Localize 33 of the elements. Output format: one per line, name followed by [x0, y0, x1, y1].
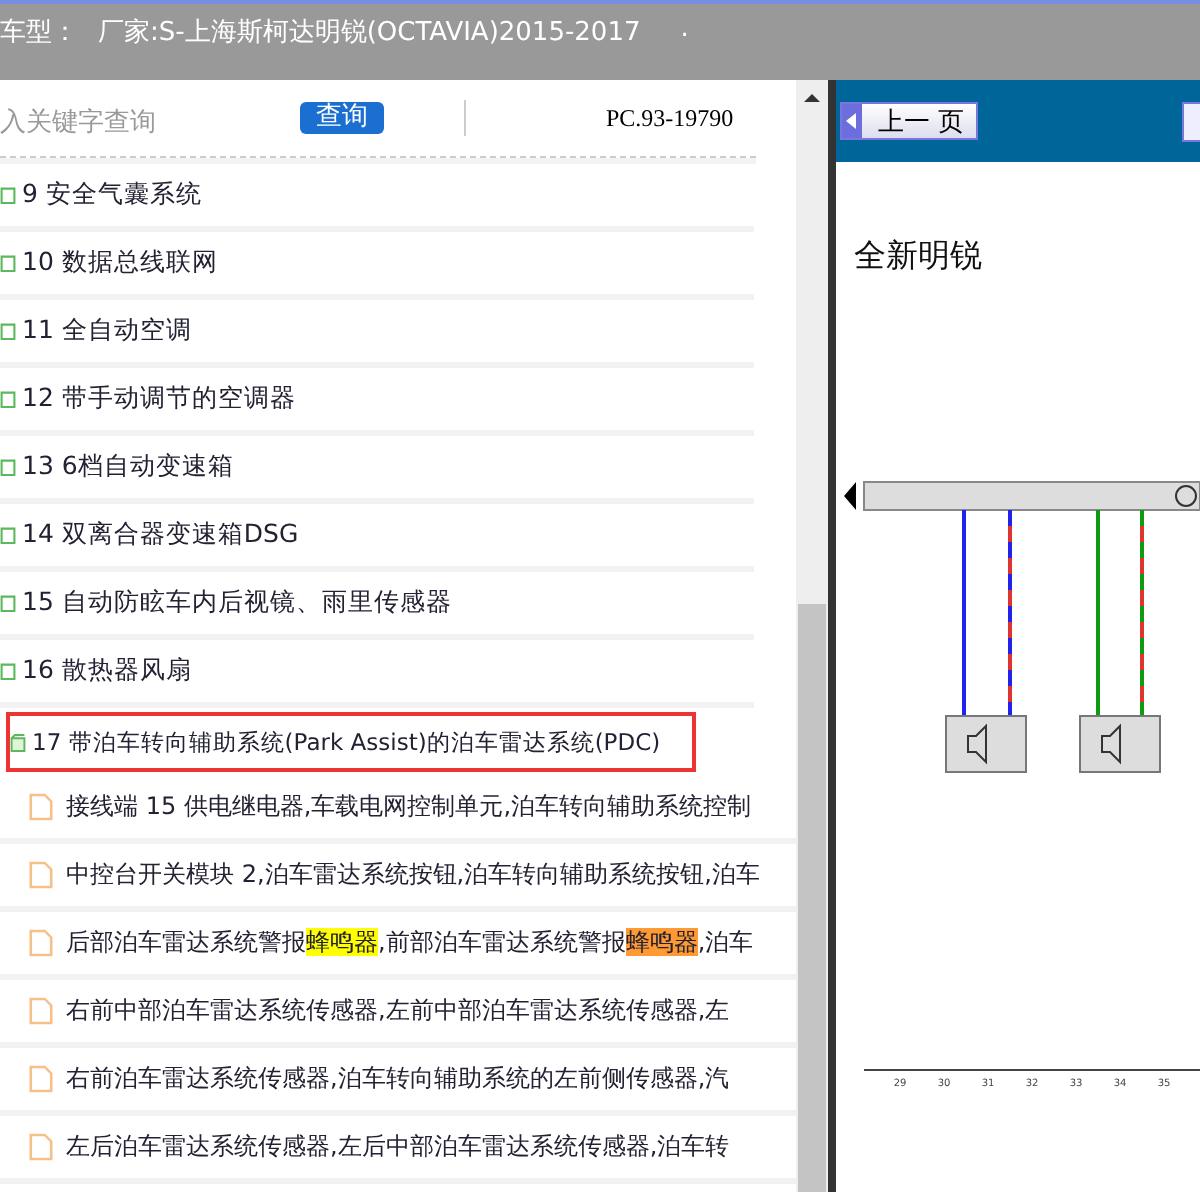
- scrollbar[interactable]: [796, 80, 828, 1192]
- header-label: 车型：: [0, 16, 78, 50]
- tree-leaf-item[interactable]: 接线端 15 供电继电器,车载电网控制单元,泊车转向辅助系统控制: [0, 776, 796, 844]
- document-icon: [28, 860, 54, 890]
- header-mark: .: [680, 14, 689, 44]
- tree-leaf-item[interactable]: 右前中部泊车雷达系统传感器,左前中部泊车雷达系统传感器,左: [0, 980, 796, 1048]
- tree-item[interactable]: 14 双离合器变速箱DSG: [0, 504, 754, 572]
- header-value: 厂家:S-上海斯柯达明锐(OCTAVIA)2015-2017: [98, 16, 641, 50]
- document-icon: [28, 928, 54, 958]
- tree-item[interactable]: 13 6档自动变速箱: [0, 436, 754, 504]
- document-icon: [28, 996, 54, 1026]
- tree-leaf-item[interactable]: 中控台开关模块 2,泊车雷达系统按钮,泊车转向辅助系统按钮,泊车: [0, 844, 796, 912]
- document-title: 全新明锐: [854, 236, 984, 278]
- scrollbar-thumb[interactable]: [798, 604, 826, 1192]
- previous-page-button[interactable]: 上一 页: [840, 102, 979, 140]
- tree-item[interactable]: 12 带手动调节的空调器: [0, 368, 754, 436]
- document-icon: [28, 1064, 54, 1094]
- document-icon: [28, 792, 54, 822]
- search-button[interactable]: 查询: [300, 102, 384, 134]
- tree-item[interactable]: 11 全自动空调: [0, 300, 754, 368]
- scroll-up-icon[interactable]: [802, 92, 822, 104]
- toolbar-button[interactable]: [1182, 101, 1200, 141]
- tree-item[interactable]: 15 自动防眩车内后视镜、雨里传感器: [0, 572, 754, 640]
- page-code: PC.93-19790: [606, 103, 734, 133]
- tree-item[interactable]: 16 散热器风扇: [0, 640, 754, 708]
- tree-leaf-item[interactable]: 后部泊车雷达系统警报蜂鸣器,前部泊车雷达系统警报蜂鸣器,泊车: [0, 912, 796, 980]
- tree-leaf-item[interactable]: 左后泊车雷达系统传感器,左后中部泊车雷达系统传感器,泊车转: [0, 1116, 796, 1184]
- document-icon: [28, 1132, 54, 1162]
- tree-leaf-item[interactable]: 右前泊车雷达系统传感器,泊车转向辅助系统的左前侧传感器,汽: [0, 1048, 796, 1116]
- open-folder-icon: [10, 731, 26, 753]
- tree-item[interactable]: 9 安全气囊系统: [0, 164, 754, 232]
- tree-item[interactable]: 17 带泊车转向辅助系统(Park Assist)的泊车雷达系统(PDC): [6, 712, 696, 772]
- tree-item[interactable]: 10 数据总线联网: [0, 232, 754, 300]
